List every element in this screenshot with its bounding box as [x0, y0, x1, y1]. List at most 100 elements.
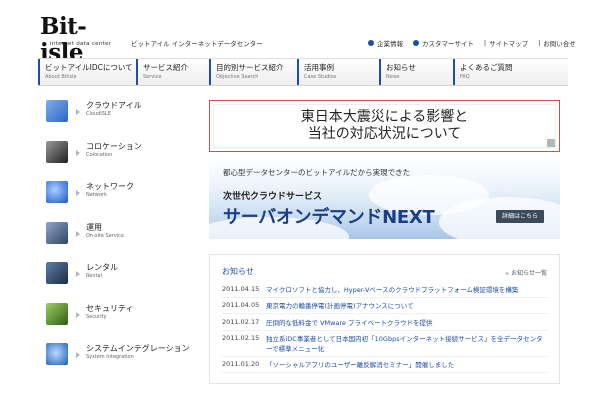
arrow-icon [76, 230, 80, 237]
sidebar-item-colocation[interactable]: コロケーション Colocation [46, 140, 196, 182]
sidebar-item-system-integration[interactable]: システムインテグレーション System Integration [46, 343, 196, 384]
promo-subheading: 次世代クラウドサービス [223, 192, 323, 202]
logo-subtitle: internet data center [50, 41, 112, 47]
nav-label: サービス紹介 [143, 63, 188, 72]
sidebar-sublabel: Colocation [86, 151, 113, 158]
sidebar-sublabel: Rental [86, 273, 102, 279]
sidebar-text: レンタル Rental [86, 262, 118, 280]
sidebar-text: 運用 On-site Service [86, 222, 124, 240]
sidebar-item-network[interactable]: ネットワーク Network [46, 181, 196, 222]
page: Bit-isle internet data center ビットアイル インタ… [0, 0, 610, 400]
sidebar-sublabel: Security [86, 313, 107, 320]
arrow-icon [76, 149, 80, 156]
sidebar-sublabel: On-site Service [86, 232, 125, 239]
sitemap-link[interactable]: | サイトマップ [484, 38, 528, 48]
nav-label: ビットアイルIDCについて [45, 63, 133, 72]
customer-site-label: カスタマーサイト [422, 40, 474, 48]
news-item: 2011.04.05 東京電力の輪番停電(計画停電)アナウンスについて [222, 298, 548, 314]
separator: | [483, 39, 487, 47]
contact-label: お問い合せ [543, 40, 576, 48]
corporate-info-link[interactable]: 企業情報 [368, 38, 403, 48]
sidebar-item-cloudisle[interactable]: クラウドアイル CloudISLE [46, 100, 196, 141]
global-nav: ビットアイルIDCについて About Bitisle サービス紹介 Servi… [38, 58, 568, 86]
news-link[interactable]: 「ソーシャルアプリのユーザー離反解消セミナー」開催しました [266, 359, 454, 369]
news-list-link[interactable]: お知らせ一覧 [506, 268, 547, 277]
news-link[interactable]: マイクロソフトと協力し、Hyper-Vベースのクラウドプラットフォーム検証環境を… [266, 284, 518, 294]
sidebar-label: 運用 [86, 222, 102, 232]
arrow-icon [76, 271, 80, 277]
sidebar-sublabel: CloudISLE [86, 111, 111, 117]
sidebar-item-rental[interactable]: レンタル Rental [46, 262, 196, 303]
sidebar-label: システムインテグレーション [86, 344, 190, 353]
nav-item-case-studies[interactable]: 活用事例 Case Studies [297, 59, 379, 85]
nav-item-news[interactable]: お知らせ News [379, 59, 453, 85]
news-date: 2011.04.15 [222, 284, 260, 293]
news-list: 2011.04.15 マイクロソフトと協力し、Hyper-Vベースのクラウドプラ… [222, 281, 548, 373]
news-date: 2011.01.20 [222, 360, 260, 369]
sidebar-label: クラウドアイル [86, 101, 142, 110]
nav-sublabel: Objective Search [216, 74, 259, 80]
network-icon [46, 181, 68, 203]
nav-sublabel: News [386, 74, 400, 80]
sidebar-text: ネットワーク Network [86, 181, 134, 199]
news-item: 2011.02.17 圧倒的な低料金で VMware プライベートクラウドを提供 [222, 314, 548, 331]
details-button[interactable]: 詳細はこちら [496, 210, 544, 223]
news-date: 2011.02.17 [222, 317, 260, 326]
sidebar-text: コロケーション Colocation [86, 141, 142, 159]
sitemap-label: サイトマップ [489, 40, 529, 48]
operation-icon [46, 221, 68, 244]
corporate-info-label: 企業情報 [377, 40, 403, 48]
news-link[interactable]: 東京電力の輪番停電(計画停電)アナウンスについて [266, 300, 414, 310]
bullet-icon [413, 40, 419, 46]
arrow-icon [76, 190, 80, 196]
separator: | [538, 39, 541, 47]
sidebar-sublabel: System Integration [86, 354, 134, 360]
cloud-icon [46, 100, 68, 122]
nav-sublabel: Service [143, 74, 162, 80]
news-date: 2011.02.15 [222, 333, 260, 342]
nav-item-objective[interactable]: 目的別サービス紹介 Objective Search [209, 59, 297, 85]
promo-caption: 都心型データセンターのビットアイルだから実現できた [223, 168, 411, 177]
arrow-icon [76, 311, 80, 318]
news-link[interactable]: 独立系iDC事業者として日本国内初「10Gbpsインターネット接続サービス」を全… [266, 334, 548, 354]
utility-links: 企業情報 カスタマーサイト | サイトマップ | お問い合せ [368, 38, 576, 48]
nav-label: 活用事例 [304, 63, 334, 72]
system-integration-icon [46, 343, 68, 365]
sidebar-text: システムインテグレーション System Integration [86, 343, 190, 361]
server-on-demand-banner[interactable]: 都心型データセンターのビットアイルだから実現できた 次世代クラウドサービス サー… [209, 157, 560, 239]
sidebar-item-security[interactable]: セキュリティ Security [46, 302, 196, 344]
arrow-icon [76, 352, 80, 358]
contact-link[interactable]: | お問い合せ [538, 38, 576, 48]
server-rack-icon [46, 140, 68, 163]
arrow-icon [76, 109, 80, 115]
bit-isle-logo[interactable]: Bit-isle internet data center [40, 14, 126, 66]
bullet-icon [368, 40, 374, 46]
sidebar-label: セキュリティ [86, 303, 134, 313]
earthquake-notice-banner[interactable]: 東日本大震災による影響と 当社の対応状況について [209, 100, 560, 152]
news-title: お知らせ [222, 267, 254, 276]
rental-server-icon [46, 262, 68, 284]
customer-site-link[interactable]: カスタマーサイト [413, 38, 474, 48]
news-panel: お知らせ お知らせ一覧 2011.04.15 マイクロソフトと協力し、Hyper… [209, 254, 560, 384]
nav-item-service[interactable]: サービス紹介 Service [136, 59, 209, 85]
nav-sublabel: FAQ [460, 74, 470, 80]
nav-label: 目的別サービス紹介 [216, 63, 284, 72]
corner-marker-icon [547, 139, 555, 147]
site-tagline: ビットアイル インターネットデータセンター [131, 40, 263, 48]
nav-sublabel: Case Studies [304, 74, 337, 80]
news-item: 2011.02.15 独立系iDC事業者として日本国内初「10Gbpsインターネ… [222, 331, 548, 357]
sidebar-sublabel: Network [86, 192, 107, 198]
sidebar-item-onsite[interactable]: 運用 On-site Service [46, 221, 196, 263]
sidebar-label: コロケーション [86, 141, 142, 151]
nav-label: お知らせ [386, 63, 416, 72]
news-item: 2011.04.15 マイクロソフトと協力し、Hyper-Vベースのクラウドプラ… [222, 281, 548, 298]
promo-heading: サーバオンデマンドNEXT [223, 207, 435, 228]
service-sidebar: クラウドアイル CloudISLE コロケーション Colocation ネット… [46, 100, 196, 384]
security-icon [46, 302, 68, 325]
sidebar-text: セキュリティ Security [86, 303, 134, 321]
sidebar-text: クラウドアイル CloudISLE [86, 100, 142, 118]
nav-item-about[interactable]: ビットアイルIDCについて About Bitisle [38, 59, 136, 85]
nav-item-faq[interactable]: よくあるご質問 FAQ [453, 59, 566, 85]
news-link[interactable]: 圧倒的な低料金で VMware プライベートクラウドを提供 [266, 317, 433, 327]
nav-sublabel: About Bitisle [45, 74, 77, 80]
